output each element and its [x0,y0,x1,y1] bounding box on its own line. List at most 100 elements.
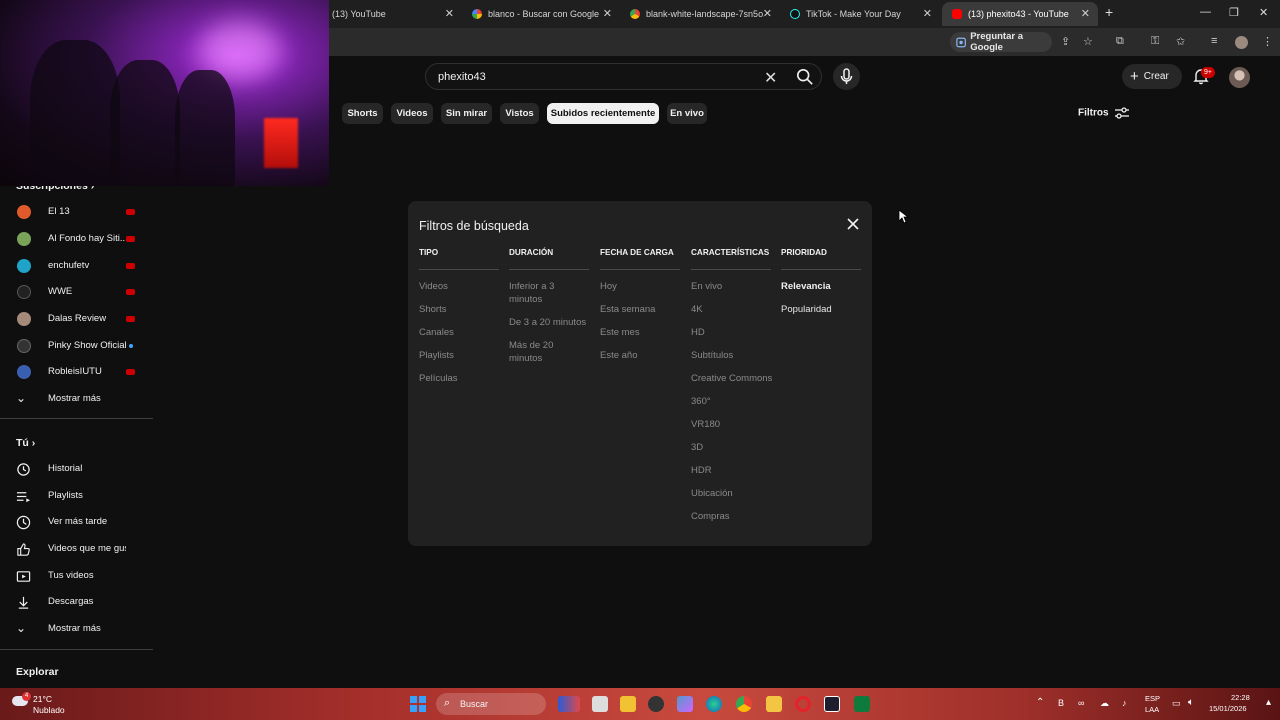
tray-app-icon[interactable]: B [1058,698,1064,708]
search-icon[interactable] [796,68,814,86]
you-header[interactable]: Tú › [16,437,35,449]
tab-image-page[interactable]: blank-white-landscape-7sn5o1... ✕ [620,2,780,26]
subscription-item[interactable]: enchufetv [0,253,153,279]
taskbar-search[interactable]: ⌕ Buscar [436,693,546,715]
close-tab-icon[interactable]: ✕ [1081,7,1090,20]
filter-option-hoy[interactable]: Hoy [600,280,680,293]
voice-search-button[interactable] [833,63,860,90]
filter-option-3d[interactable]: 3D [691,441,771,454]
subscription-item[interactable]: RobleisIUTU [0,359,153,385]
reading-list-icon[interactable]: ≡ [1211,35,1217,47]
widgets-app-icon[interactable] [558,696,580,712]
app-icon[interactable] [648,696,664,712]
account-avatar[interactable] [1229,67,1250,88]
chrome-icon[interactable] [736,696,752,712]
filters-button[interactable]: Filtros [1078,107,1130,119]
app-icon[interactable] [677,696,693,712]
chip-subidos-recientemente[interactable]: Subidos recientemente [547,103,659,124]
filter-option-short-duration[interactable]: Inferior a 3 minutos [509,280,565,306]
chip-sin-mirar[interactable]: Sin mirar [441,103,492,124]
profile-icon[interactable] [1235,36,1248,49]
tab-phexito43-youtube[interactable]: (13) phexito43 - YouTube ✕ [942,2,1098,26]
tray-chevron-icon[interactable]: ⌃ [1036,697,1044,708]
app-icon[interactable] [620,696,636,712]
filter-option-esta-semana[interactable]: Esta semana [600,303,680,316]
search-box[interactable]: phexito43 ✕ [425,63,822,90]
filter-option-long-duration[interactable]: Más de 20 minutos [509,339,589,365]
subscription-item[interactable]: Al Fondo hay Siti... [0,226,153,252]
show-more-you[interactable]: ⌄ Mostrar más [0,616,153,642]
subscription-item[interactable]: Dalas Review [0,306,153,332]
filter-option-compras[interactable]: Compras [691,510,771,523]
tab-google-search[interactable]: blanco - Buscar con Google ✕ [462,2,620,26]
filter-option-relevancia[interactable]: Relevancia [781,280,861,293]
filter-option-shorts[interactable]: Shorts [419,303,499,316]
network-icon[interactable]: ▭ [1172,698,1181,709]
filter-option-popularidad[interactable]: Popularidad [781,303,861,316]
chip-vistos[interactable]: Vistos [500,103,539,124]
close-tab-icon[interactable]: ✕ [445,7,454,20]
ask-google-button[interactable]: Preguntar a Google [950,31,1052,53]
chip-en-vivo[interactable]: En vivo [667,103,707,124]
tab-youtube-home[interactable]: (13) YouTube ✕ [322,2,462,26]
sidebar-item-historial[interactable]: Historial [0,456,153,482]
clear-search-icon[interactable]: ✕ [764,68,777,88]
filter-option-peliculas[interactable]: Películas [419,372,499,385]
filter-option-videos[interactable]: Videos [419,280,499,293]
search-input[interactable]: phexito43 [438,71,486,83]
filter-option-este-mes[interactable]: Este mes [600,326,680,339]
filter-option-vr180[interactable]: VR180 [691,418,771,431]
favorites-icon[interactable]: ✩ [1176,35,1185,48]
start-button[interactable] [410,696,426,712]
app-icon[interactable] [824,696,840,712]
sidebar-item-playlists[interactable]: Playlists [0,483,153,509]
language-indicator[interactable]: ESP LAA [1144,694,1164,716]
filter-option-canales[interactable]: Canales [419,326,499,339]
create-button[interactable]: + Crear [1122,64,1182,89]
filter-option-hd[interactable]: HD [691,326,771,339]
filter-option-4k[interactable]: 4K [691,303,771,316]
sidebar-item-your-videos[interactable]: Tus videos [0,563,153,589]
extensions-icon[interactable]: ⧉ [1116,35,1124,48]
filter-option-subtitulos[interactable]: Subtítulos [691,349,771,362]
close-tab-icon[interactable]: ✕ [923,7,932,20]
show-more-subscriptions[interactable]: ⌄ Mostrar más [0,386,153,412]
password-key-icon[interactable]: ⚿ [1151,35,1159,48]
sidebar-item-liked-videos[interactable]: Videos que me gus... [0,536,153,562]
new-tab-button[interactable]: + [1105,4,1113,20]
tray-app-icon[interactable]: ☁ [1100,698,1109,709]
sidebar-item-watch-later[interactable]: Ver más tarde [0,509,153,535]
close-window-icon[interactable]: ✕ [1259,6,1268,19]
weather-widget[interactable]: 4 21°C Nublado [8,690,78,718]
subscription-item[interactable]: El 13 [0,199,153,225]
filter-option-360[interactable]: 360° [691,395,771,408]
minimize-icon[interactable]: — [1200,6,1211,18]
opera-icon[interactable] [795,696,811,712]
filter-option-playlists[interactable]: Playlists [419,349,499,362]
close-tab-icon[interactable]: ✕ [763,7,772,20]
chip-videos[interactable]: Videos [391,103,433,124]
filter-option-medium-duration[interactable]: De 3 a 20 minutos [509,316,589,329]
filter-option-ubicacion[interactable]: Ubicación [691,487,771,500]
filter-option-hdr[interactable]: HDR [691,464,771,477]
close-icon[interactable] [845,216,861,232]
volume-icon[interactable]: 🔈︎ [1188,697,1194,708]
tray-app-icon[interactable]: ♪ [1122,698,1127,708]
chip-shorts[interactable]: Shorts [342,103,383,124]
task-view-icon[interactable] [592,696,608,712]
tab-tiktok[interactable]: TikTok - Make Your Day ✕ [780,2,940,26]
maximize-icon[interactable]: ❐ [1229,6,1239,19]
close-tab-icon[interactable]: ✕ [603,7,612,20]
file-explorer-icon[interactable] [766,696,782,712]
filter-option-en-vivo[interactable]: En vivo [691,280,771,293]
clock[interactable]: 22:28 15/01/2026 [1205,693,1255,715]
bookmark-star-icon[interactable]: ☆ [1083,35,1093,48]
subscription-item[interactable]: Pinky Show Oficial [0,333,153,359]
menu-kebab-icon[interactable]: ⋮ [1262,35,1273,48]
share-icon[interactable]: ⇪ [1061,35,1070,48]
filter-option-este-ano[interactable]: Este año [600,349,680,362]
app-icon[interactable] [854,696,870,712]
tray-app-icon[interactable]: ∞ [1078,698,1084,708]
edge-icon[interactable] [706,696,722,712]
notification-center-icon[interactable]: ▴ [1266,697,1271,708]
